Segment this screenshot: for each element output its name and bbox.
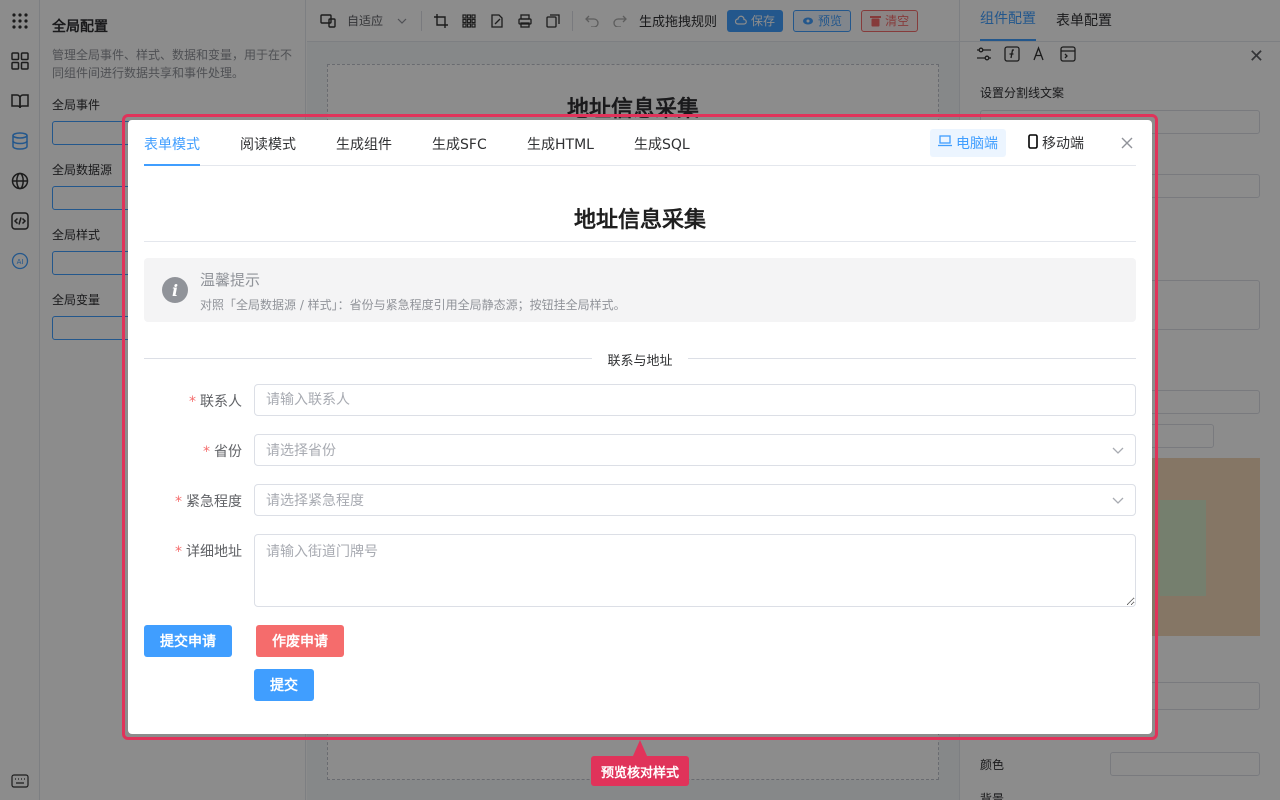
tab-generate-sfc[interactable]: 生成SFC (432, 134, 487, 166)
section-divider-label: 联系与地址 (592, 350, 688, 369)
urgency-placeholder: 请选择紧急程度 (266, 493, 364, 509)
tab-generate-html[interactable]: 生成HTML (527, 134, 594, 166)
device-pc-label: 电脑端 (956, 136, 998, 152)
tab-form-mode[interactable]: 表单模式 (144, 134, 200, 166)
device-mobile-label: 移动端 (1042, 136, 1084, 152)
province-placeholder: 请选择省份 (266, 443, 336, 459)
phone-icon (1028, 133, 1038, 153)
submit-button[interactable]: 提交 (254, 669, 314, 701)
close-icon[interactable] (1118, 134, 1136, 152)
chevron-down-icon (1112, 442, 1124, 458)
device-mobile-button[interactable]: 移动端 (1020, 129, 1092, 157)
urgency-select[interactable]: 请选择紧急程度 (254, 484, 1136, 516)
address-label: * 详细地址 (175, 544, 242, 560)
device-pc-button[interactable]: 电脑端 (930, 129, 1006, 157)
chevron-down-icon (1112, 492, 1124, 508)
alert-description: 对照「全局数据源 / 样式」：省份与紧急程度引用全局静态源；按钮挂全局样式。 (200, 298, 626, 312)
submit-request-button[interactable]: 提交申请 (144, 625, 232, 657)
contact-label: * 联系人 (189, 394, 242, 410)
laptop-icon (938, 135, 952, 151)
info-alert: i 温馨提示 对照「全局数据源 / 样式」：省份与紧急程度引用全局静态源；按钮挂… (144, 258, 1136, 322)
province-label: * 省份 (203, 444, 242, 460)
tab-generate-component[interactable]: 生成组件 (336, 134, 392, 166)
tab-generate-sql[interactable]: 生成SQL (634, 134, 690, 166)
void-request-button[interactable]: 作废申请 (256, 625, 344, 657)
tab-read-mode[interactable]: 阅读模式 (240, 134, 296, 166)
urgency-label: * 紧急程度 (175, 494, 242, 510)
title-underline (144, 241, 1136, 242)
address-textarea[interactable] (254, 534, 1136, 607)
form-title: 地址信息采集 (573, 208, 706, 233)
alert-title: 温馨提示 (200, 271, 261, 289)
contact-input[interactable] (254, 384, 1136, 416)
callout-label: 预览核对样式 (591, 756, 689, 786)
province-select[interactable]: 请选择省份 (254, 434, 1136, 466)
info-icon: i (162, 277, 188, 303)
callout-arrow (633, 740, 647, 756)
preview-dialog: 表单模式 阅读模式 生成组件 生成SFC 生成HTML 生成SQL 电脑端 移动… (128, 120, 1152, 734)
